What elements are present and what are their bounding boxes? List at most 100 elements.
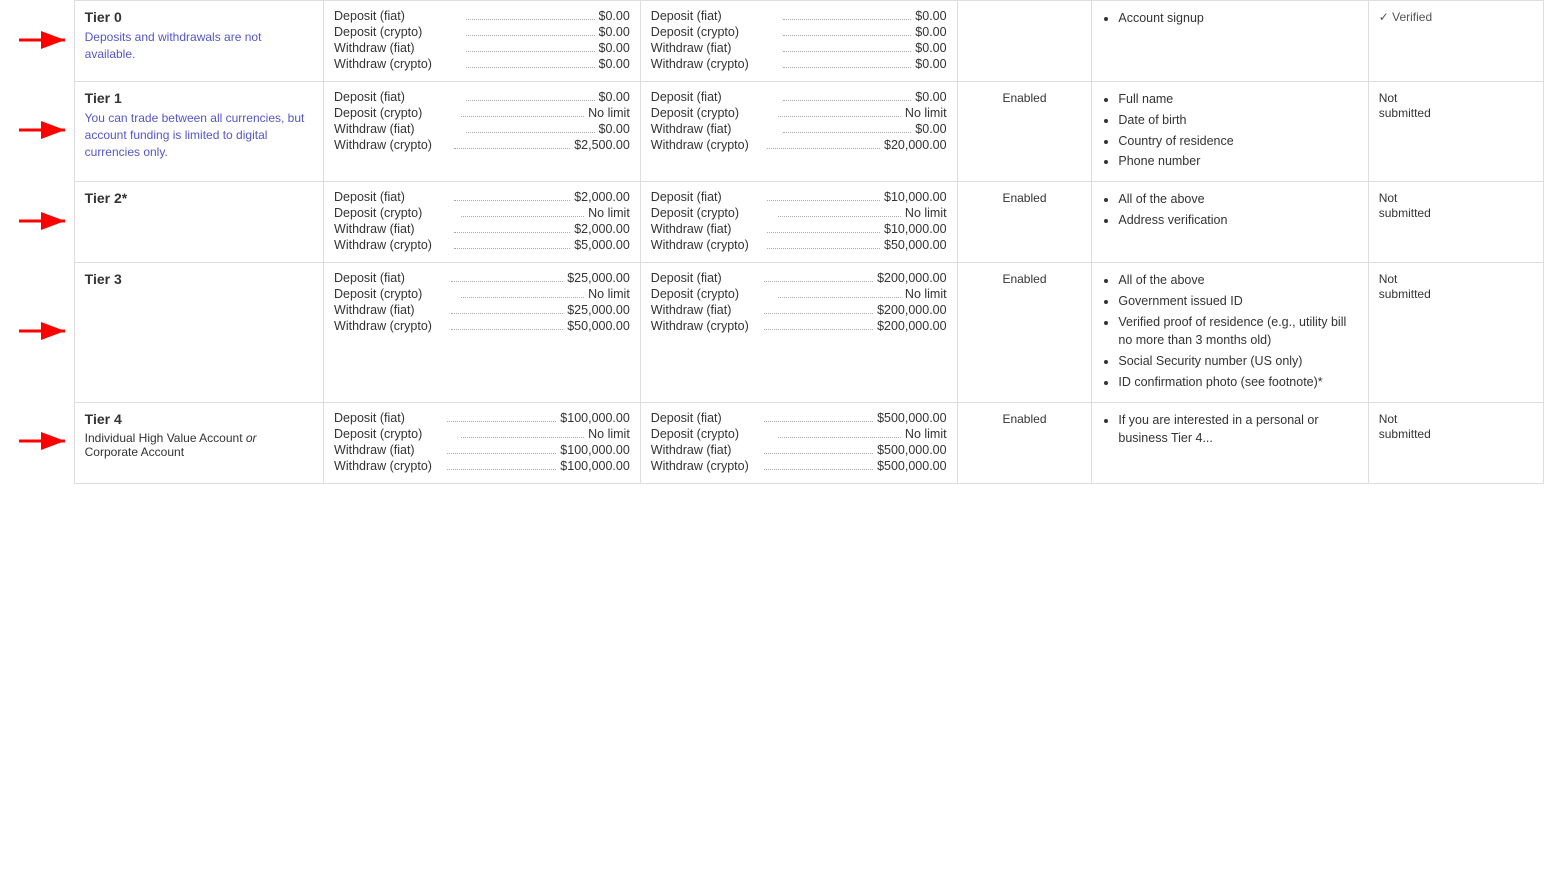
- limit-label: Withdraw (fiat): [651, 443, 760, 457]
- limit-dots: [454, 248, 570, 249]
- limit-row: Withdraw (crypto) $0.00: [651, 57, 947, 71]
- limit-value: $500,000.00: [877, 459, 947, 473]
- monthly-limits-cell: Deposit (fiat) $10,000.00 Deposit (crypt…: [640, 182, 957, 263]
- limit-row: Withdraw (fiat) $0.00: [651, 122, 947, 136]
- limit-label: Deposit (crypto): [651, 206, 774, 220]
- limit-row: Deposit (fiat) $0.00: [651, 9, 947, 23]
- limit-row: Deposit (crypto) $0.00: [651, 25, 947, 39]
- limit-row: Deposit (fiat) $10,000.00: [651, 190, 947, 204]
- limit-value: $0.00: [915, 90, 946, 104]
- limit-row: Deposit (crypto) No limit: [334, 206, 630, 220]
- limit-value: $200,000.00: [877, 319, 947, 333]
- limit-dots: [466, 35, 594, 36]
- limit-dots: [778, 437, 901, 438]
- limit-dots: [451, 313, 564, 314]
- limit-value: $200,000.00: [877, 303, 947, 317]
- red-arrow-icon: [19, 20, 74, 60]
- limit-value: $0.00: [599, 57, 630, 71]
- limit-dots: [461, 116, 584, 117]
- limit-dots: [466, 132, 594, 133]
- limit-dots: [767, 200, 880, 201]
- limit-label: Withdraw (crypto): [651, 459, 760, 473]
- table-row: Tier 4Individual High Value Account orCo…: [0, 402, 1544, 483]
- requirement-item: Full name: [1118, 90, 1357, 109]
- limit-label: Withdraw (fiat): [651, 41, 779, 55]
- limit-dots: [447, 421, 556, 422]
- tier-cell: Tier 1You can trade between all currenci…: [74, 82, 323, 182]
- limit-dots: [466, 67, 594, 68]
- limit-value: $50,000.00: [567, 319, 630, 333]
- limit-row: Withdraw (fiat) $500,000.00: [651, 443, 947, 457]
- requirement-item: Phone number: [1118, 152, 1357, 171]
- limit-dots: [783, 67, 911, 68]
- requirement-item: All of the above: [1118, 190, 1357, 209]
- requirements-cell: All of the above Address verification: [1092, 182, 1368, 263]
- requirement-item: Address verification: [1118, 211, 1357, 230]
- limit-row: Withdraw (fiat) $10,000.00: [651, 222, 947, 236]
- requirement-item: All of the above: [1118, 271, 1357, 290]
- limit-dots: [783, 51, 911, 52]
- limit-dots: [451, 281, 564, 282]
- limit-label: Deposit (fiat): [334, 411, 443, 425]
- status-badge: Notsubmitted: [1379, 91, 1431, 120]
- limit-value: No limit: [905, 287, 947, 301]
- limit-label: Withdraw (crypto): [651, 238, 764, 252]
- limit-value: $200,000.00: [877, 271, 947, 285]
- limit-dots: [778, 216, 901, 217]
- limit-value: $20,000.00: [884, 138, 947, 152]
- requirement-item: ID confirmation photo (see footnote)*: [1118, 373, 1357, 392]
- limit-label: Withdraw (fiat): [334, 222, 450, 236]
- requirements-list: All of the aboveGovernment issued IDVeri…: [1102, 271, 1357, 392]
- limit-label: Deposit (crypto): [334, 106, 457, 120]
- limit-value: $0.00: [915, 9, 946, 23]
- limit-label: Deposit (fiat): [651, 271, 760, 285]
- limit-row: Withdraw (fiat) $200,000.00: [651, 303, 947, 317]
- tier-description-alt: Individual High Value Account orCorporat…: [85, 431, 313, 459]
- limit-value: $2,000.00: [574, 190, 630, 204]
- trading-badge: Enabled: [1002, 272, 1046, 286]
- limit-row: Deposit (crypto) No limit: [651, 427, 947, 441]
- requirements-cell: If you are interested in a personal or b…: [1092, 402, 1368, 483]
- limit-value: $10,000.00: [884, 222, 947, 236]
- tier-name: Tier 3: [85, 271, 313, 287]
- trading-badge: Enabled: [1002, 412, 1046, 426]
- verification-tiers-table: Tier 0Deposits and withdrawals are not a…: [0, 0, 1544, 484]
- limit-label: Deposit (fiat): [651, 411, 760, 425]
- trading-enabled-cell: Enabled: [957, 263, 1092, 403]
- limit-dots: [767, 148, 880, 149]
- limit-row: Withdraw (crypto) $50,000.00: [651, 238, 947, 252]
- limit-row: Withdraw (crypto) $500,000.00: [651, 459, 947, 473]
- requirements-list: If you are interested in a personal or b…: [1102, 411, 1357, 449]
- limit-row: Withdraw (crypto) $2,500.00: [334, 138, 630, 152]
- status-badge: Notsubmitted: [1379, 191, 1431, 220]
- limit-label: Deposit (fiat): [334, 190, 450, 204]
- limit-value: $100,000.00: [560, 459, 630, 473]
- table-row: Tier 2* Deposit (fiat) $2,000.00 Deposit…: [0, 182, 1544, 263]
- requirement-item: Account signup: [1118, 9, 1357, 28]
- requirement-item: Verified proof of residence (e.g., utili…: [1118, 313, 1357, 351]
- limit-dots: [764, 421, 873, 422]
- limit-value: $0.00: [599, 9, 630, 23]
- limit-label: Withdraw (crypto): [334, 57, 462, 71]
- limit-row: Withdraw (crypto) $20,000.00: [651, 138, 947, 152]
- limit-value: $0.00: [599, 90, 630, 104]
- limit-dots: [461, 216, 584, 217]
- limit-value: No limit: [588, 106, 630, 120]
- limit-label: Withdraw (fiat): [651, 303, 760, 317]
- trading-enabled-cell: Enabled: [957, 82, 1092, 182]
- limit-row: Deposit (crypto) No limit: [334, 287, 630, 301]
- limit-row: Deposit (crypto) $0.00: [334, 25, 630, 39]
- limit-label: Deposit (crypto): [334, 25, 462, 39]
- limit-label: Deposit (crypto): [334, 206, 457, 220]
- limit-dots: [461, 297, 584, 298]
- limit-label: Deposit (fiat): [334, 90, 462, 104]
- limit-value: No limit: [588, 287, 630, 301]
- trading-badge: Enabled: [1002, 91, 1046, 105]
- limit-label: Withdraw (crypto): [334, 138, 450, 152]
- limit-row: Deposit (crypto) No limit: [651, 206, 947, 220]
- limit-dots: [466, 51, 594, 52]
- trading-badge: Enabled: [1002, 191, 1046, 205]
- limit-value: No limit: [905, 206, 947, 220]
- limit-dots: [764, 469, 873, 470]
- limit-label: Deposit (crypto): [651, 287, 774, 301]
